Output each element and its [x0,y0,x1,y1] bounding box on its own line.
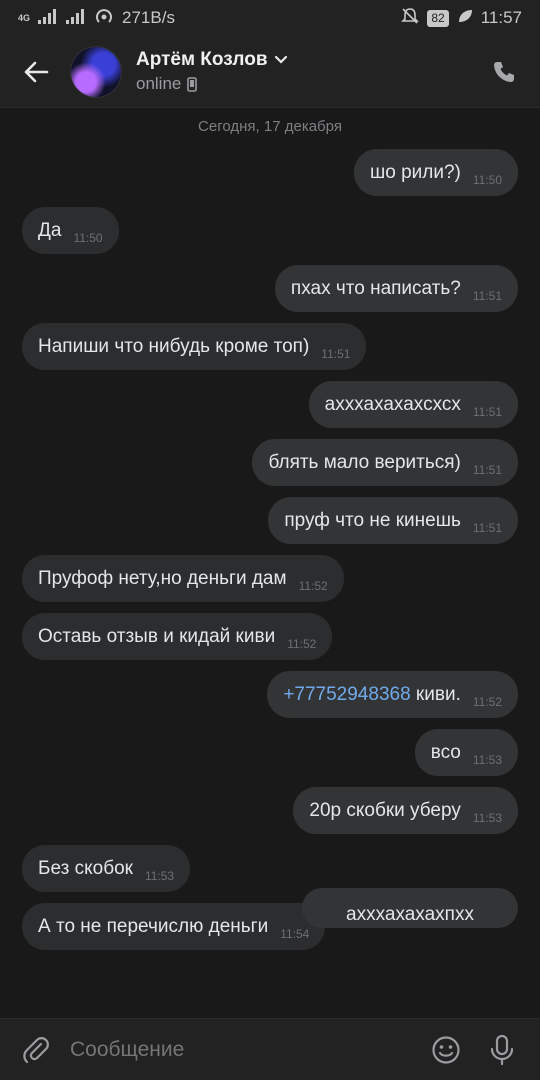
attach-button[interactable] [18,1032,54,1068]
clock: 11:57 [480,8,522,27]
message-time: 11:51 [321,347,351,361]
chat-header: Артём Козлов online [0,36,540,108]
microphone-icon [490,1034,514,1065]
message-time: 11:53 [472,811,502,825]
avatar[interactable] [70,45,122,98]
message-time: 11:52 [298,579,328,593]
message-bubble[interactable]: Оставь отзыв и кидай киви 11:52 [22,613,333,660]
emoji-button[interactable] [426,1030,466,1070]
battery-indicator: 82 [427,9,449,27]
message-text: блять мало вериться) [268,451,461,473]
message-bubble[interactable]: ахххахахахсхсх 11:51 [308,381,518,428]
message-text: киви. [410,683,461,705]
message-text: пхах что написать? [290,277,461,299]
message-outgoing: блять мало вериться) 11:51 [22,439,518,486]
message-outgoing: шо рили?) 11:50 [22,149,518,196]
message-outgoing: +77752948368 киви. 11:52 [22,671,518,718]
message-text: Оставь отзыв и кидай киви [38,625,276,647]
signal-icon [38,8,58,29]
status-bar: 4G 271B/s 82 11:57 [0,0,540,36]
message-outgoing: ахххахахахсхсх 11:51 [22,381,518,428]
message-bubble[interactable]: Без скобок 11:53 [22,845,191,892]
message-composer [0,1018,540,1080]
message-bubble[interactable]: +77752948368 киви. 11:52 [267,671,518,718]
message-time: 11:51 [472,521,502,535]
message-bubble[interactable]: шо рили?) 11:50 [353,149,518,196]
message-time: 11:51 [472,463,502,477]
contact-info[interactable]: Артём Козлов online [136,49,288,94]
screen: 4G 271B/s 82 11:57 Артём Козлов online С… [0,0,540,1080]
date-separator: Сегодня, 17 декабря [198,118,342,135]
message-bubble[interactable]: Пруфоф нету,но деньги дам 11:52 [22,555,344,602]
signal-icon [66,8,86,29]
message-bubble-partial[interactable]: ахххахахахпхх [302,888,518,928]
message-time: 11:51 [472,289,502,303]
message-outgoing: 20р скобки уберу 11:53 [22,787,518,834]
message-outgoing: всо 11:53 [22,729,518,776]
message-text: А то не перечислю деньги [38,915,269,937]
phone-icon [494,61,514,82]
message-text: пруф что не кинешь [284,509,461,531]
message-text: шо рили?) [369,161,461,183]
message-bubble[interactable]: всо 11:53 [414,729,518,776]
message-bubble[interactable]: Напиши что нибудь кроме топ) 11:51 [22,323,367,370]
message-history[interactable]: Сегодня, 17 декабря шо рили?) 11:50 Да 11:5… [0,108,540,1018]
message-time: 11:53 [472,753,502,767]
leaf-icon [457,8,473,29]
contact-name: Артём Козлов [136,49,268,70]
message-incoming: Оставь отзыв и кидай киви 11:52 [22,613,518,660]
message-outgoing: пруф что не кинешь 11:51 [22,497,518,544]
message-text: Напиши что нибудь кроме топ) [38,335,310,357]
message-text: Да [38,219,62,241]
message-time: 11:52 [287,637,317,651]
message-text: 20р скобки уберу [309,799,461,821]
message-bubble[interactable]: пхах что написать? 11:51 [274,265,518,312]
message-outgoing: пхах что написать? 11:51 [22,265,518,312]
message-bubble[interactable]: Да 11:50 [22,207,119,254]
message-text: Без скобок [38,857,133,879]
message-text: ахххахахахпхх [346,904,474,925]
hotspot-icon [94,7,114,30]
mobile-phone-icon [187,76,198,92]
message-time: 11:50 [472,173,502,187]
message-incoming: Да 11:50 [22,207,518,254]
message-bubble[interactable]: 20р скобки уберу 11:53 [293,787,518,834]
message-text: всо [430,741,461,763]
message-incoming: Пруфоф нету,но деньги дам 11:52 [22,555,518,602]
arrow-left-icon [24,61,49,82]
message-time: 11:52 [472,695,502,709]
chevron-down-icon [274,55,287,64]
message-time: 11:54 [280,927,310,941]
message-bubble[interactable]: блять мало вериться) 11:51 [252,439,518,486]
back-button[interactable] [16,52,56,92]
message-text: Пруфоф нету,но деньги дам [38,567,287,589]
message-time: 11:51 [472,405,502,419]
contact-status: online [136,74,182,93]
network-speed: 271B/s [122,8,175,27]
smile-icon [432,1035,460,1064]
message-bubble[interactable]: А то не перечислю деньги 11:54 [22,903,326,950]
message-text: ахххахахахсхсх [324,393,461,415]
message-input[interactable] [70,1037,410,1062]
paperclip-icon [23,1036,49,1063]
contact-name-row[interactable]: Артём Козлов [136,49,288,71]
message-time: 11:50 [73,231,103,245]
message-incoming: Напиши что нибудь кроме топ) 11:51 [22,323,518,370]
message-time: 11:53 [144,869,175,883]
network-type-label: 4G [18,12,31,23]
call-button[interactable] [484,52,524,92]
mute-icon [401,7,420,30]
phone-link[interactable]: +77752948368 [283,684,410,706]
voice-message-button[interactable] [482,1030,522,1070]
message-bubble[interactable]: пруф что не кинешь 11:51 [268,497,518,544]
message-list: шо рили?) 11:50 Да 11:50 пхах что написать? 1… [22,149,518,950]
message-incoming: Без скобок 11:53 [22,845,518,892]
